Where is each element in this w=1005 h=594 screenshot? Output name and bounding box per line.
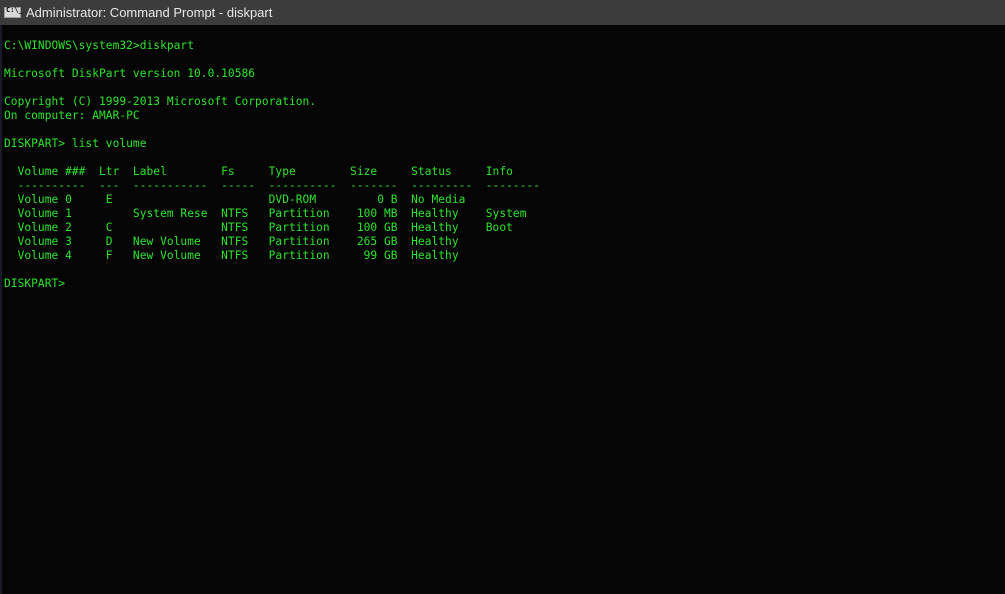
title-bar[interactable]: Administrator: Command Prompt - diskpart xyxy=(0,0,1005,25)
table-row: Volume 3 D New Volume NTFS Partition 265… xyxy=(4,235,459,248)
table-separator: ---------- --- ----------- ----- -------… xyxy=(4,179,541,192)
console-output[interactable]: C:\WINDOWS\system32>diskpart Microsoft D… xyxy=(0,25,1005,594)
window-title: Administrator: Command Prompt - diskpart xyxy=(26,5,273,20)
table-header: Volume ### Ltr Label Fs Type Size Status… xyxy=(4,165,513,178)
console-line-copyright: Copyright (C) 1999-2013 Microsoft Corpor… xyxy=(4,95,317,108)
console-input-prompt[interactable]: DISKPART> xyxy=(4,277,72,290)
console-line-prompt: C:\WINDOWS\system32>diskpart xyxy=(4,39,194,52)
table-row: Volume 0 E DVD-ROM 0 B No Media xyxy=(4,193,466,206)
console-line-command: DISKPART> list volume xyxy=(4,137,147,150)
command-prompt-window: Administrator: Command Prompt - diskpart… xyxy=(0,0,1005,594)
console-line-computer: On computer: AMAR-PC xyxy=(4,109,140,122)
cmd-icon xyxy=(4,6,23,18)
table-row: Volume 1 System Rese NTFS Partition 100 … xyxy=(4,207,527,220)
table-row: Volume 2 C NTFS Partition 100 GB Healthy… xyxy=(4,221,513,234)
table-row: Volume 4 F New Volume NTFS Partition 99 … xyxy=(4,249,459,262)
console-line-version: Microsoft DiskPart version 10.0.10586 xyxy=(4,67,256,80)
